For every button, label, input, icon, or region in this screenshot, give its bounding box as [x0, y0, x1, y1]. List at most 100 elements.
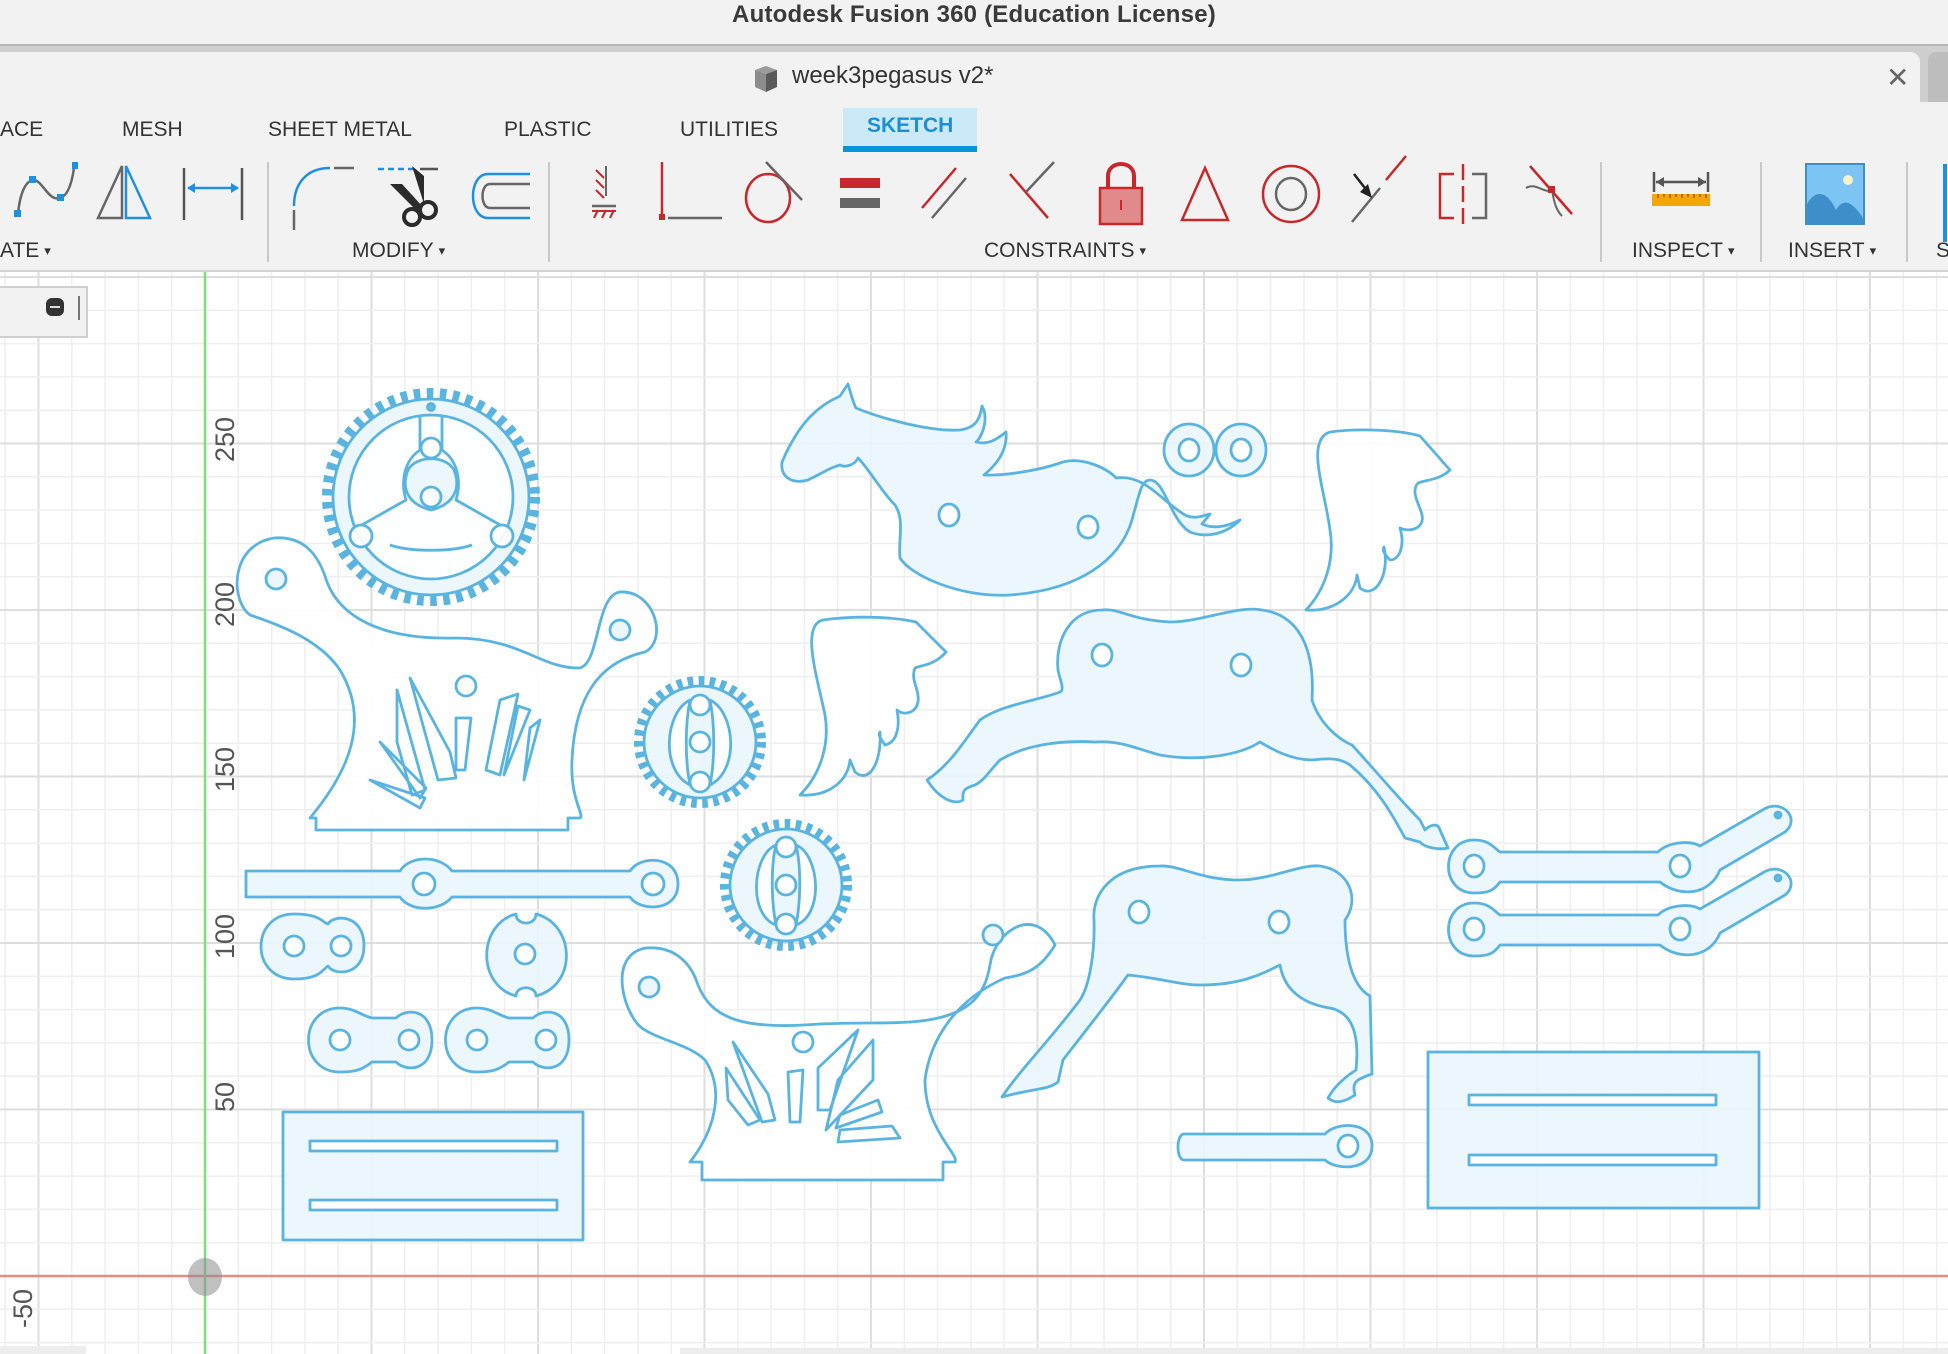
panel-resize-grip[interactable] — [78, 296, 80, 320]
chevron-down-icon: ▾ — [1869, 243, 1877, 258]
insert-group-text: INSERT — [1788, 239, 1865, 262]
inspect-group-label[interactable]: INSPECT ▾ — [1632, 238, 1735, 264]
coincident-icon — [659, 162, 722, 220]
fillet-icon — [292, 166, 354, 230]
measure-tool[interactable] — [1646, 152, 1716, 232]
double-link-b[interactable] — [444, 1006, 571, 1074]
mirror-icon — [96, 165, 152, 220]
group-divider — [1906, 162, 1908, 262]
insert-image-icon — [1805, 163, 1865, 225]
chevron-down-icon: ▾ — [438, 243, 446, 258]
long-link-bar[interactable] — [244, 857, 680, 910]
parallel-icon — [921, 167, 967, 219]
document-cube-icon — [755, 66, 777, 92]
trim-icon — [378, 166, 438, 227]
coincident-tool[interactable] — [656, 152, 726, 232]
double-link-small[interactable] — [259, 912, 366, 981]
curvature-tool[interactable] — [1514, 152, 1584, 232]
chevron-down-icon: ▾ — [1139, 243, 1147, 258]
tangent-icon — [744, 161, 803, 224]
horizontal-vertical-icon — [592, 166, 616, 219]
modify-group-label[interactable]: MODIFY ▾ — [352, 238, 445, 264]
window-title-bar: Autodesk Fusion 360 (Education License) — [0, 0, 1948, 46]
axis-label-250: 250 — [210, 416, 240, 462]
tab-sketch[interactable]: SKETCH — [843, 108, 978, 152]
base-plate-right[interactable] — [1426, 1050, 1761, 1210]
timeline-panel-edge — [680, 1348, 1948, 1354]
collapse-icon[interactable] — [46, 298, 64, 316]
spline-icon — [14, 162, 79, 217]
wing-right[interactable] — [1304, 428, 1452, 612]
group-divider — [548, 162, 550, 262]
tab-mesh[interactable]: MESH — [122, 116, 183, 144]
parallel-tool[interactable] — [912, 152, 982, 232]
axis-label-neg50: -50 — [8, 1288, 38, 1328]
group-divider — [1600, 162, 1602, 262]
curvature-icon — [1525, 165, 1573, 217]
sketch-canvas[interactable]: 250 200 150 100 50 -50 — [0, 272, 1948, 1354]
small-gear-upper[interactable] — [634, 676, 766, 808]
sketch-dimension-tool[interactable] — [178, 152, 248, 232]
axis-label-150: 150 — [210, 746, 240, 792]
short-link[interactable] — [1176, 1124, 1374, 1169]
constraints-group-label[interactable]: CONSTRAINTS ▾ — [984, 238, 1146, 264]
fix-unfix-tool[interactable] — [1086, 152, 1156, 232]
midpoint-icon — [1180, 164, 1230, 222]
large-gear[interactable] — [322, 388, 540, 606]
symmetry-tool[interactable] — [1428, 152, 1498, 232]
group-divider — [1760, 162, 1762, 262]
next-document-tab[interactable] — [1928, 52, 1948, 102]
document-tab[interactable]: week3pegasus v2* ✕ — [0, 52, 1920, 102]
group-divider — [267, 162, 269, 262]
horse-head-body[interactable] — [780, 382, 1242, 597]
tab-sheet-metal[interactable]: SHEET METAL — [268, 116, 412, 144]
symmetry-icon — [1438, 164, 1488, 228]
fix-unfix-icon — [1098, 162, 1144, 226]
toolbar-ribbon: ACE MESH SHEET METAL PLASTIC UTILITIES S… — [0, 102, 1948, 272]
fillet-tool[interactable] — [286, 152, 356, 232]
horizontal-vertical-tool[interactable] — [572, 152, 642, 232]
origin-point[interactable] — [188, 1258, 222, 1296]
document-tab-strip: week3pegasus v2* ✕ — [0, 46, 1948, 102]
horse-body-lower[interactable] — [1000, 864, 1374, 1104]
equal-tool[interactable] — [826, 152, 896, 232]
stand-right[interactable] — [620, 923, 1057, 1182]
tab-plastic[interactable]: PLASTIC — [504, 116, 592, 144]
washer-pair[interactable] — [1162, 422, 1268, 478]
base-plate-left[interactable] — [281, 1110, 585, 1242]
modify-group-text: MODIFY — [352, 239, 434, 262]
double-link-a[interactable] — [307, 1006, 434, 1074]
tangent-tool[interactable] — [740, 152, 810, 232]
concentric-icon — [1261, 164, 1321, 224]
small-gear-lower[interactable] — [720, 819, 852, 951]
round-cam[interactable] — [485, 912, 568, 998]
insert-group-label[interactable]: INSERT ▾ — [1788, 238, 1876, 264]
tab-surface[interactable]: ACE — [0, 116, 43, 144]
constraints-group-text: CONSTRAINTS — [984, 239, 1135, 262]
close-icon[interactable]: ✕ — [1886, 64, 1909, 92]
sketch-dimension-icon — [182, 168, 244, 220]
concentric-tool[interactable] — [1256, 152, 1326, 232]
offset-icon — [471, 172, 530, 220]
select-tool-partial[interactable] — [1943, 164, 1947, 242]
select-group-label[interactable]: S — [1936, 238, 1948, 264]
horse-body-mid[interactable] — [925, 607, 1450, 851]
collinear-tool[interactable] — [1342, 152, 1412, 232]
create-group-label[interactable]: ATE ▾ — [0, 238, 51, 264]
midpoint-tool[interactable] — [1170, 152, 1240, 232]
insert-image-tool[interactable] — [1800, 152, 1870, 232]
wing-left[interactable] — [798, 615, 948, 797]
equal-icon — [840, 178, 880, 208]
trim-tool[interactable] — [372, 152, 442, 232]
chevron-down-icon: ▾ — [1728, 243, 1735, 258]
mirror-tool[interactable] — [92, 152, 162, 232]
crank-link-upper[interactable] — [1447, 804, 1793, 895]
spline-tool[interactable] — [8, 152, 79, 232]
offset-tool[interactable] — [460, 152, 530, 232]
sketch-geometry[interactable] — [0, 272, 1948, 1354]
browser-panel-collapsed[interactable] — [0, 286, 88, 338]
axis-label-50: 50 — [210, 1081, 240, 1112]
perpendicular-tool[interactable] — [998, 152, 1068, 232]
tab-utilities[interactable]: UTILITIES — [680, 116, 778, 144]
document-tab-label: week3pegasus v2* — [792, 62, 994, 89]
